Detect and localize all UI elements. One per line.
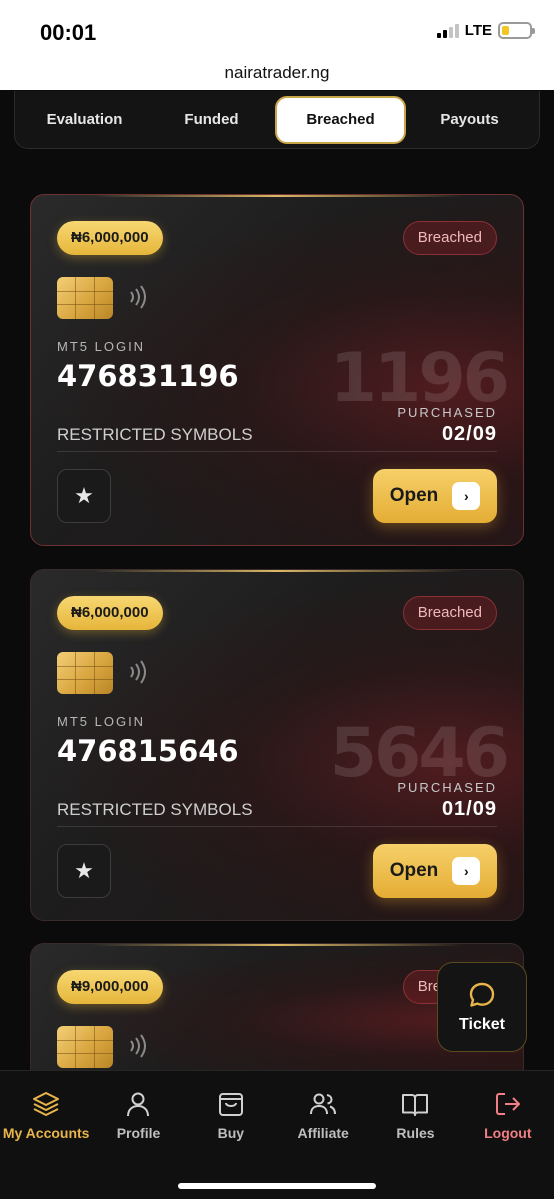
contactless-icon xyxy=(130,1034,146,1058)
users-icon xyxy=(310,1093,337,1115)
account-size-badge: ₦9,000,000 xyxy=(57,970,163,1004)
signal-icon xyxy=(436,23,459,38)
purchased-date: 02/09 xyxy=(441,423,497,445)
purchased-label: PURCHASED xyxy=(397,780,497,795)
account-card: ₦6,000,000 Breached MT5 LOGIN 476831196 … xyxy=(30,194,524,546)
card-chip-icon xyxy=(57,1026,113,1068)
ticket-label: Ticket xyxy=(459,1016,505,1033)
star-icon: ★ xyxy=(74,858,94,883)
star-icon: ★ xyxy=(74,483,94,508)
open-button[interactable]: Open › xyxy=(373,469,497,523)
favorite-button[interactable]: ★ xyxy=(57,469,111,523)
nav-label: Profile xyxy=(116,1125,161,1141)
nav-profile[interactable]: Profile xyxy=(92,1089,184,1151)
chevron-right-icon: › xyxy=(452,482,481,510)
book-icon xyxy=(402,1094,429,1116)
purchased-label: PURCHASED xyxy=(397,405,497,420)
tab-evaluation[interactable]: Evaluation xyxy=(21,96,148,144)
nav-logout[interactable]: Logout xyxy=(462,1089,554,1151)
mt5-login-number: 476815646 xyxy=(57,734,239,768)
battery-icon xyxy=(498,22,535,39)
nav-label: Rules xyxy=(396,1125,435,1141)
status-bar: 00:01 LTE xyxy=(0,0,554,62)
tab-breached[interactable]: Breached xyxy=(275,95,406,144)
nav-label: Buy xyxy=(217,1125,245,1141)
card-chip-icon xyxy=(57,277,113,319)
account-size-badge: ₦6,000,000 xyxy=(57,221,163,255)
status-time: 00:01 xyxy=(40,20,97,45)
nav-label: My Accounts xyxy=(2,1125,90,1141)
user-icon xyxy=(127,1092,150,1117)
chat-bubble-icon xyxy=(469,982,495,1007)
network-label: LTE xyxy=(464,22,492,39)
status-badge: Breached xyxy=(402,221,497,255)
status-badge: Breached xyxy=(402,596,497,630)
open-label: Open xyxy=(389,860,439,881)
account-size-badge: ₦6,000,000 xyxy=(57,596,163,630)
account-tabs: Evaluation Funded Breached Payouts xyxy=(14,91,540,149)
mt5-login-label: MT5 LOGIN xyxy=(57,714,146,729)
divider xyxy=(57,451,497,452)
bottom-nav: My Accounts Profile Buy Affiliate Rules … xyxy=(0,1070,554,1199)
contactless-icon xyxy=(130,660,146,684)
nav-affiliate[interactable]: Affiliate xyxy=(277,1089,369,1151)
chevron-right-icon: › xyxy=(452,857,481,885)
nav-label: Affiliate xyxy=(297,1125,349,1141)
card-glow-line xyxy=(91,195,463,197)
tab-funded[interactable]: Funded xyxy=(148,96,275,144)
account-card: ₦6,000,000 Breached MT5 LOGIN 476815646 … xyxy=(30,569,524,921)
nav-label: Logout xyxy=(484,1125,532,1141)
nav-my-accounts[interactable]: My Accounts xyxy=(0,1089,92,1151)
ticket-button[interactable]: Ticket xyxy=(437,962,527,1052)
mt5-login-label: MT5 LOGIN xyxy=(57,339,146,354)
card-chip-icon xyxy=(57,652,113,694)
tab-payouts[interactable]: Payouts xyxy=(406,96,533,144)
purchased-date: 01/09 xyxy=(441,798,497,820)
open-button[interactable]: Open › xyxy=(373,844,497,898)
layers-icon xyxy=(33,1092,60,1116)
nav-rules[interactable]: Rules xyxy=(369,1089,461,1151)
nav-buy[interactable]: Buy xyxy=(185,1089,277,1151)
card-glow-line xyxy=(91,944,463,946)
restricted-symbols-link[interactable]: RESTRICTED SYMBOLS xyxy=(57,800,253,820)
logout-icon xyxy=(495,1093,520,1115)
card-glow-line xyxy=(91,570,463,572)
mt5-login-number: 476831196 xyxy=(57,359,239,393)
restricted-symbols-link[interactable]: RESTRICTED SYMBOLS xyxy=(57,425,253,445)
open-label: Open xyxy=(389,485,439,506)
divider xyxy=(57,826,497,827)
contactless-icon xyxy=(130,285,146,309)
shopping-bag-icon xyxy=(218,1093,243,1116)
status-indicators: LTE xyxy=(436,22,535,39)
address-bar[interactable]: nairatrader.ng xyxy=(0,62,554,90)
home-indicator[interactable] xyxy=(178,1183,376,1189)
favorite-button[interactable]: ★ xyxy=(57,844,111,898)
